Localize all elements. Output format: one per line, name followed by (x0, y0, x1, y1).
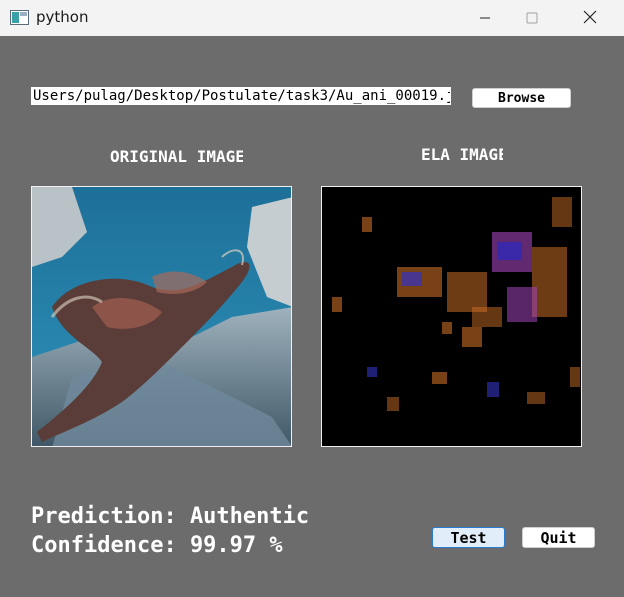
ela-image-label: ELA IMAGE (421, 145, 503, 164)
original-image-label: ORIGINAL IMAGE (110, 147, 243, 166)
ela-image (321, 186, 582, 447)
app-window: python Browse ORIGINAL IMAGE ELA IMAGE (0, 0, 624, 597)
window-title: python (36, 8, 89, 26)
browse-button[interactable]: Browse (472, 88, 571, 108)
original-image (31, 186, 292, 447)
prediction-text: Prediction: Authentic (31, 504, 310, 529)
test-button[interactable]: Test (432, 527, 505, 548)
maximize-button[interactable] (509, 0, 555, 36)
close-button[interactable] (567, 0, 613, 36)
minimize-icon (479, 9, 491, 28)
close-icon (583, 9, 597, 28)
file-path-input[interactable] (31, 87, 451, 105)
quit-button[interactable]: Quit (522, 527, 595, 548)
minimize-button[interactable] (462, 0, 508, 36)
title-bar[interactable]: python (0, 0, 624, 36)
maximize-icon (526, 9, 538, 28)
python-app-icon (10, 10, 29, 25)
confidence-text: Confidence: 99.97 % (31, 533, 283, 558)
